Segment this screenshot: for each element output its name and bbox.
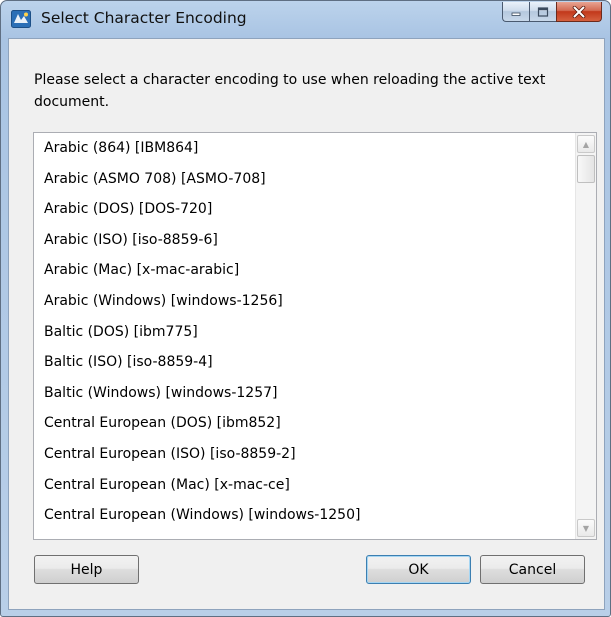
encoding-list-item[interactable]: Central European (Windows) [windows-1250… [34,500,562,531]
instruction-text: Please select a character encoding to us… [34,72,546,110]
scroll-up-button[interactable]: ▲ [577,135,595,153]
app-icon [11,10,31,28]
encoding-list-item[interactable]: Central European (DOS) [ibm852] [34,408,562,439]
minimize-button[interactable] [502,2,529,22]
dialog-window: Select Character Encoding Please select … [0,0,611,617]
close-icon [572,5,586,18]
title-bar[interactable]: Select Character Encoding [1,1,610,37]
vertical-scrollbar[interactable]: ▲ ▼ [575,133,596,539]
close-button[interactable] [556,2,602,22]
encoding-listbox[interactable]: Arabic (864) [IBM864] Arabic (ASMO 708) [… [33,132,597,540]
encoding-list-item[interactable]: Arabic (864) [IBM864] [34,133,562,164]
encoding-list-item[interactable]: Arabic (ASMO 708) [ASMO-708] [34,164,562,195]
encoding-list-item[interactable]: Baltic (ISO) [iso-8859-4] [34,347,562,378]
encoding-list-item[interactable]: Arabic (ISO) [iso-8859-6] [34,225,562,256]
encoding-list-item[interactable]: Arabic (Mac) [x-mac-arabic] [34,255,562,286]
encoding-list: Arabic (864) [IBM864] Arabic (ASMO 708) [… [34,133,562,531]
encoding-list-item[interactable]: Central European (Mac) [x-mac-ce] [34,470,562,501]
help-button[interactable]: Help [34,555,139,584]
dialog-client-area: Please select a character encoding to us… [8,38,605,610]
scroll-up-arrow-icon: ▲ [582,139,590,149]
maximize-button[interactable] [529,2,556,22]
caption-buttons [502,2,602,22]
cancel-button[interactable]: Cancel [480,555,585,584]
window-title: Select Character Encoding [41,9,247,27]
maximize-icon [537,6,549,17]
encoding-list-item[interactable]: Baltic (DOS) [ibm775] [34,317,562,348]
minimize-icon [511,12,521,16]
ok-button[interactable]: OK [366,555,471,584]
scroll-down-button[interactable]: ▼ [577,519,595,537]
encoding-list-item[interactable]: Central European (ISO) [iso-8859-2] [34,439,562,470]
encoding-list-item[interactable]: Baltic (Windows) [windows-1257] [34,378,562,409]
scrollbar-thumb[interactable] [577,155,595,183]
encoding-list-item[interactable]: Arabic (DOS) [DOS-720] [34,194,562,225]
scroll-down-arrow-icon: ▼ [582,523,590,533]
encoding-list-item[interactable]: Arabic (Windows) [windows-1256] [34,286,562,317]
